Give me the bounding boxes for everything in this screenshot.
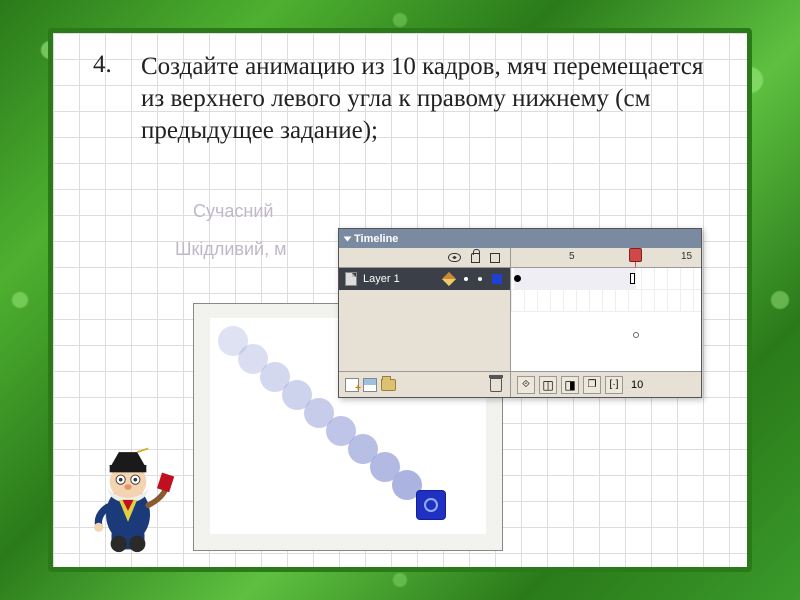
outline-icon[interactable] [490,253,500,263]
current-frame-number: 10 [631,379,653,391]
professor-mascot [81,443,175,553]
task-text: Создайте анимацию из 10 кадров, мяч пере… [141,51,719,147]
timeline-panel: Timeline Layer 1 [338,228,702,398]
layer-row[interactable]: Layer 1 [339,268,510,290]
timeline-footer: ⟐ ◫ ◨ ❐ [·] 10 [339,371,701,397]
lock-icon[interactable] [471,253,480,263]
timeline-body: Layer 1 5 15 [339,248,701,371]
layer-outline-color[interactable] [492,274,502,284]
trash-icon[interactable] [490,378,502,392]
layer-column: Layer 1 [339,248,511,371]
eye-icon[interactable] [448,253,461,262]
layer-header-icons [339,248,510,268]
playhead[interactable] [629,248,642,267]
faded-text-2: Шкідливий, м [175,239,286,260]
ruler-tick-15: 15 [681,251,692,262]
playback-controls: ⟐ ◫ ◨ ❐ [·] 10 [511,376,701,394]
frame-row[interactable] [511,268,701,290]
frame-ruler[interactable]: 5 15 [511,248,701,268]
playhead-line [635,262,636,267]
onion-skin-outlines-icon[interactable]: ◨ [561,376,579,394]
keyframe-1[interactable] [514,275,521,282]
ball-selected-frame[interactable] [416,490,446,520]
add-folder-icon[interactable] [381,379,396,391]
task-number: 4. [93,51,112,79]
center-frame-icon[interactable]: ⟐ [517,376,535,394]
ruler-tick-5: 5 [569,251,575,262]
timeline-header[interactable]: Timeline [339,229,701,248]
keyframe-10[interactable] [630,273,635,284]
layer-type-icon [345,272,357,286]
faded-text-1: Сучасний [193,201,273,222]
add-motion-guide-icon[interactable] [363,378,377,392]
layer-visibility-dots[interactable] [464,277,482,281]
playhead-marker-icon[interactable] [629,248,642,262]
slide-card: 4. Создайте анимацию из 10 кадров, мяч п… [48,28,752,572]
add-layer-icon[interactable] [345,378,359,392]
frame-row-empty[interactable] [511,290,701,312]
onion-skin-icon[interactable]: ◫ [539,376,557,394]
layer-name[interactable]: Layer 1 [363,273,400,285]
frame-span [514,268,636,290]
timeline-title: Timeline [354,233,398,245]
frames-area[interactable]: 5 15 [511,248,701,371]
onion-skin-end-marker[interactable] [633,332,639,338]
modify-onion-markers-icon[interactable]: [·] [605,376,623,394]
layer-controls [339,372,511,397]
collapse-triangle-icon[interactable] [344,236,352,241]
pencil-icon [442,272,456,286]
edit-multiple-frames-icon[interactable]: ❐ [583,376,601,394]
